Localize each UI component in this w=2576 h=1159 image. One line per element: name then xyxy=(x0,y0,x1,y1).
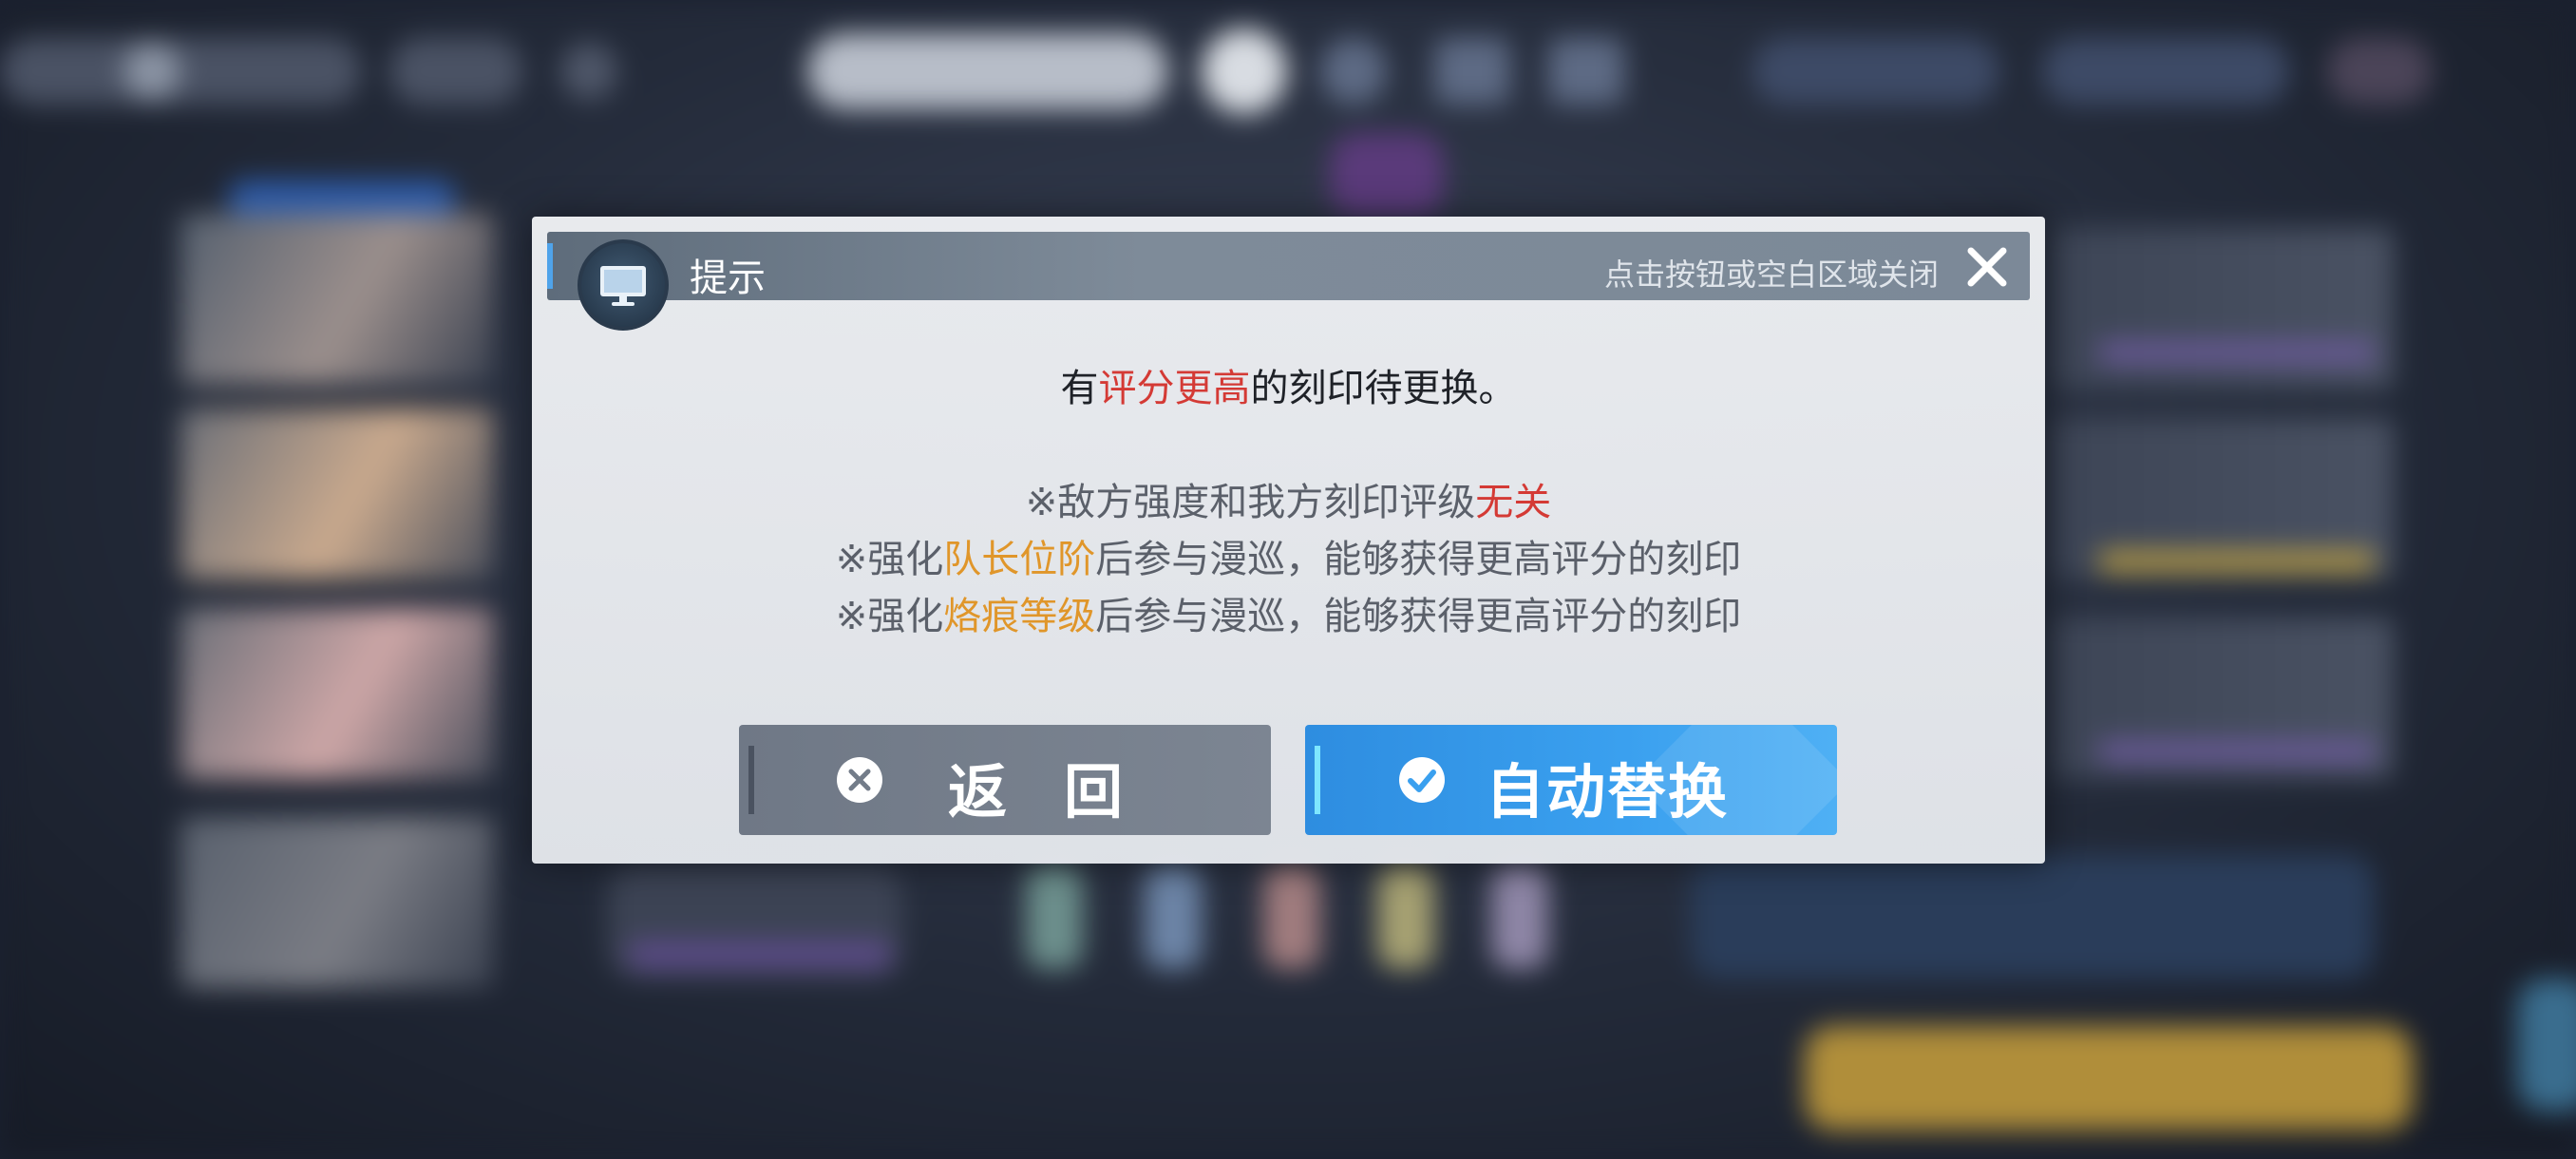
note-line: ※敌方强度和我方刻印评级无关 xyxy=(532,471,2045,526)
note-highlight: 队长位阶 xyxy=(943,538,1096,581)
button-accent-bar xyxy=(748,746,754,814)
note-text: 后参与漫巡，能够获得更高评分的刻印 xyxy=(1095,595,1742,638)
note-text: 后参与漫巡，能够获得更高评分的刻印 xyxy=(1095,538,1742,581)
header-accent-bar xyxy=(547,243,553,289)
note-line: ※强化队长位阶后参与漫巡，能够获得更高评分的刻印 xyxy=(532,528,2045,583)
auto-replace-button[interactable]: 自动替换 xyxy=(1305,725,1837,835)
back-button[interactable]: 返回 xyxy=(739,725,1271,835)
check-circle-icon xyxy=(1399,757,1445,803)
message-text: 有 xyxy=(1060,367,1099,410)
monitor-icon xyxy=(578,239,669,331)
close-hint-text: 点击按钮或空白区域关闭 xyxy=(1603,256,1939,293)
auto-replace-button-label: 自动替换 xyxy=(1486,757,1730,826)
message-highlight: 评分更高 xyxy=(1098,367,1251,410)
note-highlight: 无关 xyxy=(1475,481,1552,524)
note-text: ※敌方强度和我方刻印评级 xyxy=(1025,481,1476,524)
note-text: ※强化 xyxy=(835,595,944,638)
message-text: 的刻印待更换。 xyxy=(1250,367,1517,410)
note-text: ※强化 xyxy=(835,538,944,581)
note-line: ※强化烙痕等级后参与漫巡，能够获得更高评分的刻印 xyxy=(532,585,2045,640)
prompt-dialog: 提示 点击按钮或空白区域关闭 有评分更高的刻印待更换。 ※敌方强度和我方刻印评级… xyxy=(532,217,2045,864)
cancel-circle-icon xyxy=(837,757,882,803)
close-icon xyxy=(1967,247,2007,287)
dialog-header: 提示 点击按钮或空白区域关闭 xyxy=(547,232,2030,331)
dialog-title: 提示 xyxy=(690,256,766,300)
button-accent-bar xyxy=(1315,746,1320,814)
dialog-message: 有评分更高的刻印待更换。 xyxy=(532,357,2045,412)
note-highlight: 烙痕等级 xyxy=(943,595,1096,638)
back-button-label: 返回 xyxy=(948,757,1181,826)
close-button[interactable] xyxy=(1963,243,2011,291)
